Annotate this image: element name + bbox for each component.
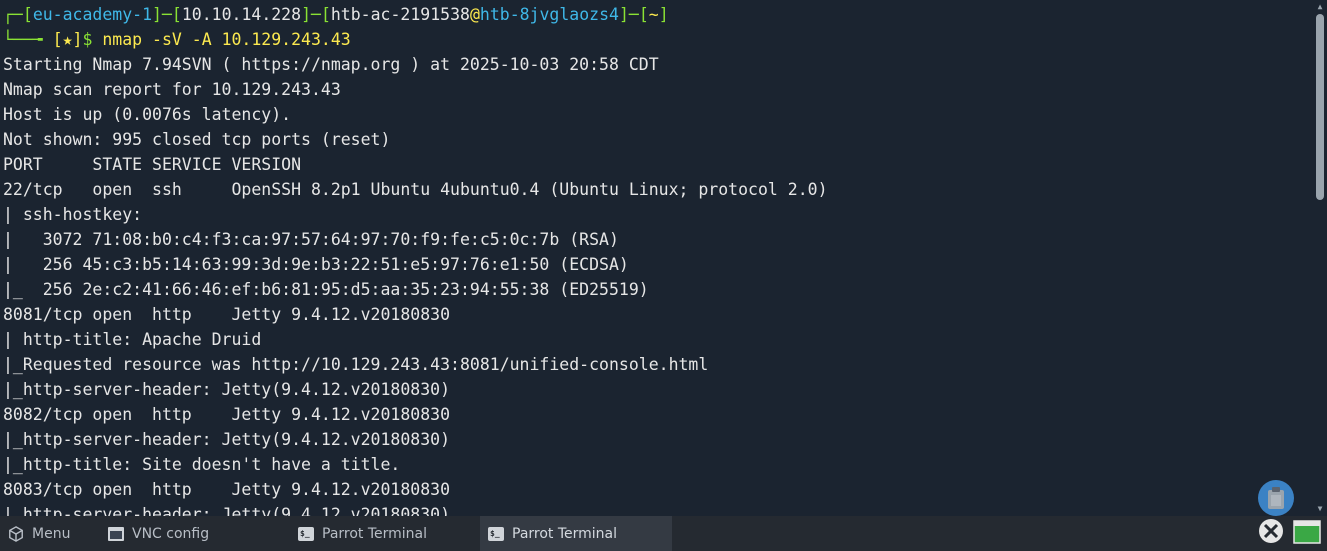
output-line: 8081/tcp open http Jetty 9.4.12.v2018083… bbox=[3, 305, 451, 324]
prompt-dollar: $ bbox=[82, 30, 103, 49]
output-line: |_http-title: Site doesn't have a title. bbox=[3, 455, 401, 474]
prompt-bracket: [ bbox=[171, 5, 182, 24]
prompt-bracket: ] bbox=[618, 5, 629, 24]
prompt-user: htb-ac-2191538 bbox=[330, 5, 470, 24]
prompt-bracket: ] bbox=[301, 5, 311, 24]
prompt-bracket: [ bbox=[320, 5, 331, 24]
menu-label: Menu bbox=[32, 525, 71, 542]
prompt-corner-bottom: └──╼ bbox=[3, 30, 53, 49]
output-line: 8083/tcp open http Jetty 9.4.12.v2018083… bbox=[3, 480, 451, 499]
output-line: |_ 256 2e:c2:41:66:46:ef:b6:81:95:d5:aa:… bbox=[3, 280, 649, 299]
prompt-at: @ bbox=[469, 5, 480, 24]
output-line: 22/tcp open ssh OpenSSH 8.2p1 Ubuntu 4ub… bbox=[3, 180, 828, 199]
taskbar-item-label: Parrot Terminal bbox=[322, 525, 428, 542]
close-icon[interactable] bbox=[1258, 518, 1284, 544]
window-icon bbox=[108, 526, 124, 542]
taskbar-item-label: VNC config bbox=[132, 525, 210, 542]
prompt-bracket: ] bbox=[658, 5, 669, 24]
prompt-line-1: ┌─[eu-academy-1]─[10.10.14.228]─[htb-ac-… bbox=[3, 2, 1308, 27]
output-line: | 256 45:c3:b5:14:63:99:3d:9e:b3:22:51:e… bbox=[3, 255, 629, 274]
output-line: |_Requested resource was http://10.129.2… bbox=[3, 355, 709, 374]
prompt-ip: 10.10.14.228 bbox=[181, 5, 302, 24]
terminal-output: ┌─[eu-academy-1]─[10.10.14.228]─[htb-ac-… bbox=[3, 2, 1308, 516]
scroll-up-arrow-icon[interactable]: ▲ bbox=[1315, 2, 1325, 12]
terminal-icon: $_ bbox=[488, 526, 504, 542]
taskbar-item-vnc-config[interactable]: VNC config bbox=[100, 516, 290, 551]
taskbar-item-parrot-terminal[interactable]: $_ Parrot Terminal bbox=[290, 516, 480, 551]
output-line: | http-title: Apache Druid bbox=[3, 330, 262, 349]
prompt-line-2: └──╼ [★]$ nmap -sV -A 10.129.243.43 bbox=[3, 27, 1308, 52]
taskbar-item-parrot-terminal-active[interactable]: $_ Parrot Terminal bbox=[480, 516, 672, 551]
output-line: 8082/tcp open http Jetty 9.4.12.v2018083… bbox=[3, 405, 451, 424]
taskbar: Menu VNC config $_ Parrot Terminal $_ Pa… bbox=[0, 516, 1327, 551]
prompt-bracket: [ bbox=[638, 5, 649, 24]
scroll-down-arrow-icon[interactable]: ▼ bbox=[1315, 504, 1325, 514]
output-line: PORT STATE SERVICE VERSION bbox=[3, 155, 302, 174]
terminal-icon: $_ bbox=[298, 526, 314, 542]
parrot-cube-icon bbox=[8, 525, 24, 542]
output-line: Starting Nmap 7.94SVN ( https://nmap.org… bbox=[3, 55, 659, 74]
output-line: Host is up (0.0076s latency). bbox=[3, 105, 292, 124]
prompt-dash: ─ bbox=[628, 5, 639, 24]
output-line: |_http-server-header: Jetty(9.4.12.v2018… bbox=[3, 380, 451, 399]
menu-button[interactable]: Menu bbox=[0, 516, 100, 551]
terminal-window[interactable]: ┌─[eu-academy-1]─[10.10.14.228]─[htb-ac-… bbox=[0, 0, 1327, 516]
output-line: |_http-server-header: Jetty(9.4.12.v2018… bbox=[3, 505, 451, 516]
output-line: | 3072 71:08:b0:c4:f3:ca:97:57:64:97:70:… bbox=[3, 230, 619, 249]
output-line: | ssh-hostkey: bbox=[3, 205, 153, 224]
prompt-workspace: eu-academy-1 bbox=[32, 5, 153, 24]
prompt-star: [★] bbox=[52, 30, 83, 49]
scrollbar-thumb[interactable] bbox=[1316, 14, 1324, 200]
prompt-dir: ~ bbox=[648, 5, 659, 24]
output-line: |_http-server-header: Jetty(9.4.12.v2018… bbox=[3, 430, 451, 449]
prompt-dash: ─ bbox=[161, 5, 172, 24]
display-icon[interactable] bbox=[1293, 520, 1321, 544]
taskbar-item-label: Parrot Terminal bbox=[512, 525, 618, 542]
output-line: Nmap scan report for 10.129.243.43 bbox=[3, 80, 341, 99]
command-text: nmap -sV -A 10.129.243.43 bbox=[102, 30, 351, 49]
prompt-bracket: [ bbox=[22, 5, 33, 24]
output-line: Not shown: 995 closed tcp ports (reset) bbox=[3, 130, 391, 149]
prompt-dash: ─ bbox=[311, 5, 321, 24]
clipboard-icon[interactable] bbox=[1258, 480, 1294, 516]
prompt-bracket: ] bbox=[152, 5, 162, 24]
terminal-scrollbar[interactable]: ▲ ▼ bbox=[1313, 0, 1327, 516]
prompt-corner-top: ┌─ bbox=[3, 5, 23, 24]
prompt-host: htb-8jvglaozs4 bbox=[479, 5, 619, 24]
